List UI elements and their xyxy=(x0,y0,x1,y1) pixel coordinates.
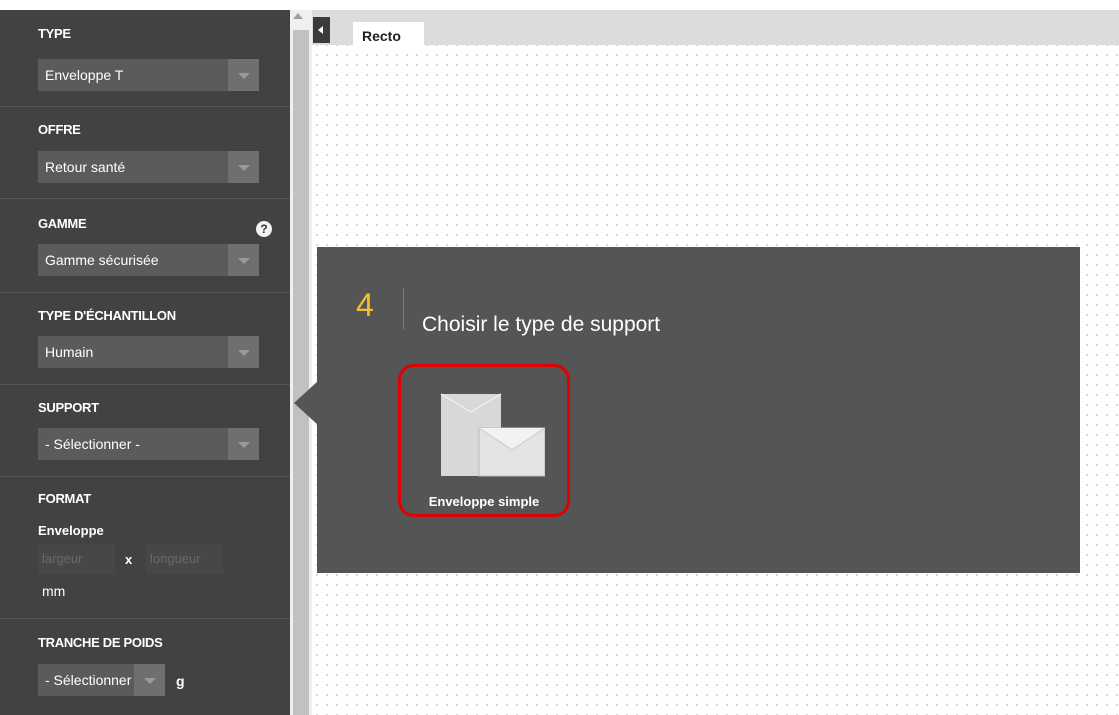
support-title: SUPPORT xyxy=(38,400,99,415)
section-poids: TRANCHE DE POIDS - Sélectionner - g xyxy=(0,618,290,715)
panel-pointer xyxy=(294,381,318,425)
gamme-select[interactable]: Gamme sécurisée xyxy=(38,244,259,276)
chevron-down-icon[interactable] xyxy=(134,664,165,696)
echantillon-select-value: Humain xyxy=(45,344,94,360)
chevron-down-icon[interactable] xyxy=(228,151,259,183)
type-select[interactable]: Enveloppe T xyxy=(38,59,259,91)
gamme-title: GAMME xyxy=(38,216,87,231)
tab-recto[interactable]: Recto xyxy=(353,22,424,49)
offre-select-value: Retour santé xyxy=(45,159,126,175)
sidebar-scrollbar[interactable] xyxy=(290,10,312,715)
option-label: Enveloppe simple xyxy=(428,494,540,509)
chevron-down-icon[interactable] xyxy=(228,428,259,460)
format-title: FORMAT xyxy=(38,491,91,506)
chevron-down-icon[interactable] xyxy=(228,59,259,91)
type-title: TYPE xyxy=(38,26,71,41)
help-icon[interactable]: ? xyxy=(256,221,272,237)
tab-bar xyxy=(312,10,1119,45)
poids-select[interactable]: - Sélectionner - xyxy=(38,664,165,696)
section-echantillon: TYPE D'ÉCHANTILLON Humain xyxy=(0,292,290,384)
poids-select-value: - Sélectionner - xyxy=(45,672,140,688)
poids-title: TRANCHE DE POIDS xyxy=(38,635,163,650)
section-type: TYPE Enveloppe T xyxy=(0,10,290,106)
poids-unit: g xyxy=(176,673,185,689)
top-strip xyxy=(0,0,290,10)
times-label: x xyxy=(125,552,133,567)
type-select-value: Enveloppe T xyxy=(45,67,124,83)
length-input[interactable]: longueur xyxy=(146,544,223,574)
format-subtitle: Enveloppe xyxy=(38,523,104,538)
section-offre: OFFRE Retour santé xyxy=(0,106,290,198)
option-enveloppe-simple[interactable]: Enveloppe simple xyxy=(398,364,570,517)
envelope-icon xyxy=(440,393,545,477)
echantillon-select[interactable]: Humain xyxy=(38,336,259,368)
gamme-select-value: Gamme sécurisée xyxy=(45,252,159,268)
support-select-value: - Sélectionner - xyxy=(45,436,140,452)
support-select[interactable]: - Sélectionner - xyxy=(38,428,259,460)
width-input[interactable]: largeur xyxy=(38,544,115,574)
offre-select[interactable]: Retour santé xyxy=(38,151,259,183)
echantillon-title: TYPE D'ÉCHANTILLON xyxy=(38,308,176,323)
chevron-down-icon[interactable] xyxy=(228,336,259,368)
section-support: SUPPORT - Sélectionner - xyxy=(0,384,290,476)
configuration-sidebar: TYPE Enveloppe T OFFRE Retour santé GAMM… xyxy=(0,0,290,715)
section-gamme: GAMME Gamme sécurisée xyxy=(0,198,290,292)
offre-title: OFFRE xyxy=(38,122,81,137)
step-divider xyxy=(403,288,404,330)
chevron-down-icon[interactable] xyxy=(228,244,259,276)
section-format: FORMAT Enveloppe largeur x longueur mm xyxy=(0,476,290,618)
step-title: Choisir le type de support xyxy=(422,313,661,336)
scroll-thumb[interactable] xyxy=(293,30,309,715)
unit-label: mm xyxy=(42,583,66,599)
step-number: 4 xyxy=(356,287,374,323)
collapse-sidebar-button[interactable] xyxy=(313,17,330,43)
scroll-up-icon[interactable] xyxy=(293,13,303,19)
